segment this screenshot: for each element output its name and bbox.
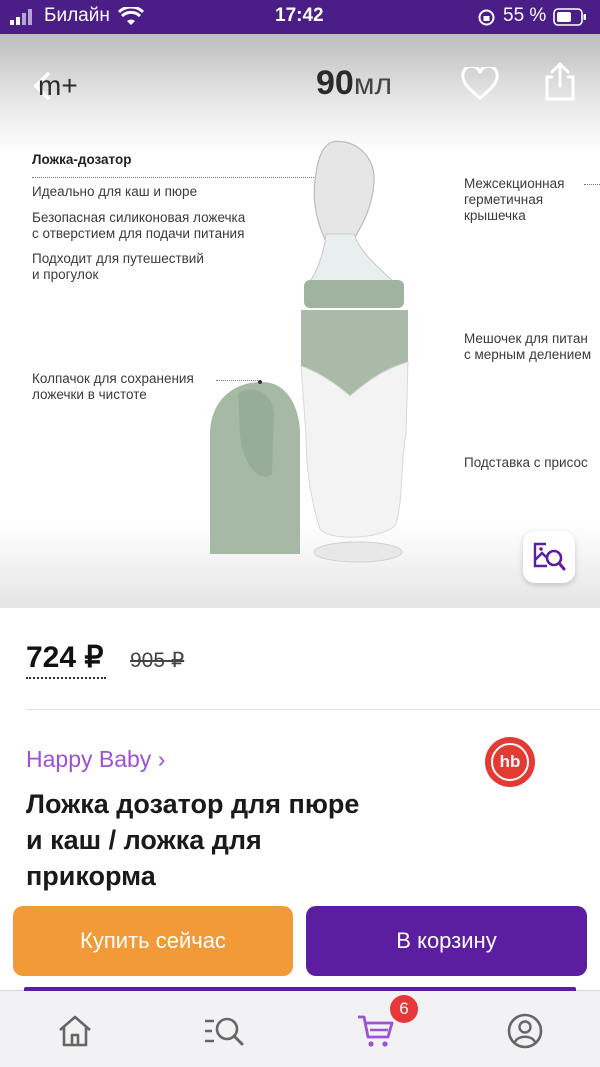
note-feature-3: Подходит для путешествий и прогулок [32,251,204,282]
tabbar-top-accent [24,987,576,991]
clock: 17:42 [275,5,324,26]
carrier-name: Билайн [44,5,110,26]
spoon-feeder-illustration [210,140,409,563]
catalog-search-icon [205,1017,244,1046]
current-price: 724 ₽ [26,641,104,674]
buy-now-button[interactable]: Купить сейчас [13,906,293,976]
image-search-icon [533,542,566,571]
battery-percent: 55 % [503,5,547,26]
note-feature-1: Идеально для каш и пюре [32,184,198,199]
visual-search-button[interactable] [523,531,575,583]
battery-icon [553,8,587,31]
add-to-cart-button[interactable]: В корзину [306,906,587,976]
tab-bar: 6 [0,987,600,1067]
product-image-gallery[interactable]: m+ 90мл Ложка-дозатор Идеально для каш и… [0,34,600,608]
home-icon [59,1015,91,1047]
tab-home[interactable] [53,1009,97,1053]
share-button[interactable] [538,58,582,106]
favorite-button[interactable] [458,62,502,106]
brand-link[interactable]: Happy Baby › [26,746,165,773]
brand-mark-logo: m+ [38,70,78,101]
wifi-icon [117,5,145,32]
divider [26,709,600,710]
note-cap: Колпачок для сохранения ложечки в чистот… [32,371,194,402]
status-bar: Билайн 17:42 55 % [0,0,600,34]
price-underline [26,677,106,679]
cart-count-badge: 6 [390,995,418,1023]
leader-line [584,184,600,185]
tab-profile[interactable] [503,1009,547,1053]
old-price: 905 ₽ [130,649,185,672]
orientation-lock-icon [478,9,495,31]
note-stand: Подставка с присос [464,455,588,470]
note-bag: Мешочек для питан с мерным делением [464,331,592,362]
share-icon [545,62,575,101]
cart-icon [358,1015,394,1047]
profile-icon [507,1013,543,1049]
note-lid: Межсекционная герметичная крышечка [464,176,565,223]
product-title: Ложка дозатор для пюре и каш / ложка для… [26,789,360,891]
heart-icon [461,67,499,100]
signal-icon [10,9,36,30]
note-spoon-title: Ложка-дозатор [32,152,132,167]
volume-label: 90мл [316,64,392,102]
brand-logo[interactable]: hb [485,737,535,787]
tab-catalog-search[interactable] [202,1009,246,1053]
